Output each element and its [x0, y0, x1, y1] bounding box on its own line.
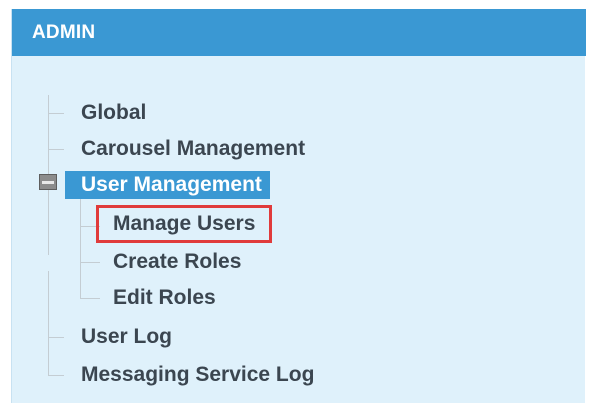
- admin-panel: ADMIN Global Carousel Management User Ma…: [11, 9, 586, 403]
- tree-connector: [80, 226, 100, 227]
- tree-connector: [48, 149, 64, 150]
- tree-item-global[interactable]: Global: [81, 99, 146, 127]
- tree-item-manage-users[interactable]: Manage Users: [95, 205, 273, 243]
- tree-connector: [80, 195, 81, 299]
- tree-item-messaging-service-log[interactable]: Messaging Service Log: [81, 361, 314, 389]
- tree-connector: [48, 337, 64, 338]
- tree-item-user-management[interactable]: User Management: [65, 171, 270, 199]
- tree-item-create-roles[interactable]: Create Roles: [113, 248, 241, 276]
- tree-connector: [48, 271, 49, 375]
- tree-connector: [48, 113, 64, 114]
- tree-connector: [80, 298, 100, 299]
- tree-item-carousel-management[interactable]: Carousel Management: [81, 135, 305, 163]
- tree-item-user-log[interactable]: User Log: [81, 323, 172, 351]
- tree-connector: [48, 375, 64, 376]
- tree-item-edit-roles[interactable]: Edit Roles: [113, 284, 216, 312]
- collapse-icon[interactable]: [39, 174, 57, 190]
- collapse-icon-minus: [42, 180, 54, 184]
- panel-title: ADMIN: [12, 9, 586, 56]
- tree-connector: [80, 262, 100, 263]
